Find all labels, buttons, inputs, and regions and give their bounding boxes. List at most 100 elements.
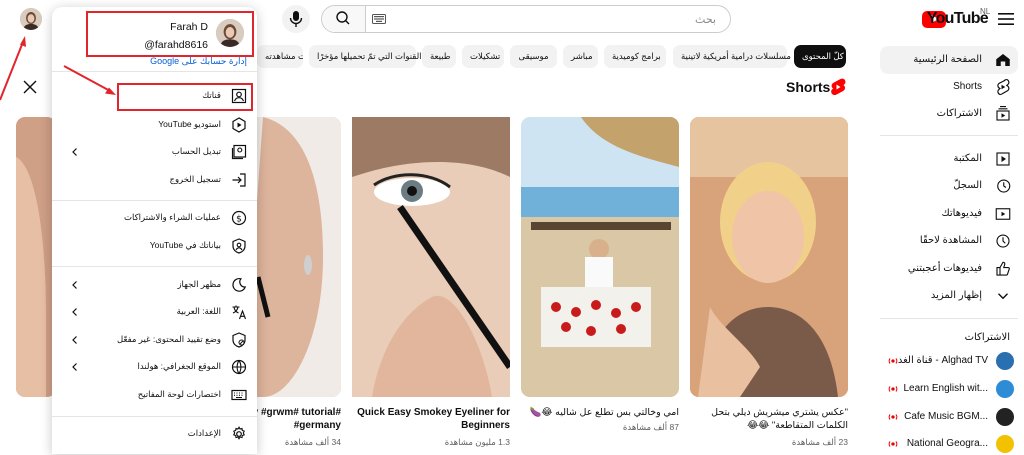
short-thumbnail-image xyxy=(16,117,56,397)
svg-text:$: $ xyxy=(236,215,242,225)
short-thumbnail-image xyxy=(521,117,679,397)
shorts-logo-icon xyxy=(831,78,846,96)
shorts-icon xyxy=(997,78,1010,96)
chevron-left-icon xyxy=(72,281,77,289)
chip-nature[interactable]: طبيعة xyxy=(422,45,456,68)
live-icon xyxy=(888,414,898,420)
sidebar-item-watch-later[interactable]: المشاهدة لاحقًا xyxy=(880,227,1018,255)
chip-live[interactable]: مباشر xyxy=(563,45,598,68)
library-icon xyxy=(996,152,1010,166)
menu-item-settings[interactable]: الإعدادات xyxy=(52,422,257,448)
short-card-thumbnail[interactable] xyxy=(16,117,56,397)
channel-avatar xyxy=(996,380,1014,398)
menu-item-appearance[interactable]: مظهر الجهاز xyxy=(52,273,257,299)
chevron-down-icon xyxy=(998,293,1008,300)
menu-item-switch-account[interactable]: تبديل الحساب xyxy=(52,140,257,166)
menu-item-sign-out[interactable]: تسجيل الخروج xyxy=(52,168,257,194)
menu-item-label: وضع تقييد المحتوى: غير مفعّل xyxy=(117,334,221,344)
subscriptions-heading: الاشتراكات xyxy=(964,332,1010,343)
menu-item-restricted-mode[interactable]: وضع تقييد المحتوى: غير مفعّل xyxy=(52,328,257,354)
live-icon xyxy=(888,441,898,447)
short-card-title[interactable]: "عكس يشتري ميشريش ديلي بتحل الكلمات المت… xyxy=(690,406,848,432)
sidebar-item-your-videos[interactable]: فيديوهاتك xyxy=(880,200,1018,228)
youtube-logo[interactable]: YouTube NL xyxy=(914,7,990,29)
chevron-left-icon xyxy=(72,363,77,371)
annotation-highlight-box xyxy=(117,83,253,111)
chip-music[interactable]: موسيقى xyxy=(510,45,557,68)
subscription-item[interactable]: Cafe Music BGM... xyxy=(884,406,1018,428)
search-button[interactable] xyxy=(322,6,366,32)
sidebar-item-library[interactable]: المكتبة xyxy=(880,145,1018,173)
menu-divider xyxy=(52,266,257,267)
sidebar-divider xyxy=(880,135,1018,136)
sidebar-item-label: فيديوهات أعجبتني xyxy=(907,263,982,274)
history-icon xyxy=(997,179,1011,193)
menu-item-label: اللغة: العربية xyxy=(176,306,221,316)
keyboard-icon[interactable] xyxy=(372,14,386,24)
menu-item-location[interactable]: الموقع الجغرافي: هولندا xyxy=(52,355,257,381)
chip-watched[interactable]: تمّت مشاهدته xyxy=(257,45,303,68)
location-icon xyxy=(231,359,247,375)
menu-item-label: الموقع الجغرافي: هولندا xyxy=(137,361,221,371)
subscription-item[interactable]: National Geogra... xyxy=(884,433,1018,455)
menu-item-language[interactable]: اللغة: العربية xyxy=(52,300,257,326)
sidebar-item-subscriptions[interactable]: الاشتراكات xyxy=(880,100,1018,128)
account-header: Farah D @farahd8616 xyxy=(86,11,254,57)
chip-comedy[interactable]: برامج كوميدية xyxy=(604,45,666,68)
chip-recently-uploaded[interactable]: القنوات التي تمّ تحميلها مؤخرًا xyxy=(309,45,422,68)
menu-item-label: الإعدادات xyxy=(187,428,221,438)
subscription-item[interactable]: قناة الغد - Alghad TV xyxy=(884,350,1018,372)
search-box[interactable]: بحث xyxy=(321,5,731,33)
short-card-title[interactable]: Quick Easy Smokey Eyeliner for Beginners xyxy=(352,406,510,432)
appearance-icon xyxy=(232,277,247,292)
subscription-item[interactable]: Learn English wit... xyxy=(884,378,1018,400)
sidebar-item-home[interactable]: الصفحة الرئيسية xyxy=(880,46,1018,74)
home-icon xyxy=(996,54,1010,66)
chip-mixes[interactable]: تشكيلات xyxy=(462,45,504,68)
menu-item-label: اختصارات لوحة المفاتيح xyxy=(137,389,221,399)
voice-search-button[interactable] xyxy=(282,5,310,33)
chevron-left-icon xyxy=(72,308,77,316)
chevron-left-icon xyxy=(72,148,77,156)
menu-item-keyboard-shortcuts[interactable]: اختصارات لوحة المفاتيح xyxy=(52,383,257,409)
avatar-image xyxy=(216,19,244,47)
menu-item-your-data[interactable]: بياناتك في YouTube xyxy=(52,234,257,260)
channel-avatar xyxy=(996,408,1014,426)
short-card-views: 23 ألف مشاهدة xyxy=(791,437,848,447)
menu-icon[interactable] xyxy=(996,9,1016,29)
liked-icon xyxy=(996,261,1010,276)
live-icon xyxy=(888,386,898,392)
account-avatar-button[interactable] xyxy=(20,8,42,30)
sidebar-item-liked[interactable]: فيديوهات أعجبتني xyxy=(880,255,1018,283)
menu-item-label: مظهر الجهاز xyxy=(177,279,221,289)
subscription-name: قناة الغد - Alghad TV xyxy=(897,355,988,366)
account-name: Farah D xyxy=(170,21,208,33)
purchases-icon: $ xyxy=(231,210,247,226)
manage-google-account-link[interactable]: إدارة حسابك على Google xyxy=(150,56,247,67)
menu-divider xyxy=(52,71,257,72)
short-card-views: 1.3 مليون مشاهدة xyxy=(444,437,510,447)
search-input[interactable]: بحث xyxy=(695,13,716,26)
restricted-icon xyxy=(232,332,246,348)
short-card-title[interactable]: امي وخالتي بس تطلع عل شاليه 😂🍆 xyxy=(521,406,679,419)
sidebar-item-history[interactable]: السجلّ xyxy=(880,172,1018,200)
channel-avatar xyxy=(996,435,1014,453)
chip-all[interactable]: كلّ المحتوى xyxy=(794,45,846,68)
close-icon[interactable] xyxy=(22,79,38,95)
menu-item-purchases[interactable]: $ عمليات الشراء والاشتراكات xyxy=(52,206,257,232)
menu-item-label: استوديو YouTube xyxy=(158,119,221,129)
sidebar-item-label: الصفحة الرئيسية xyxy=(913,54,982,65)
your-data-icon xyxy=(232,238,246,254)
sidebar-divider xyxy=(880,318,1018,319)
sidebar-item-show-more[interactable]: إظهار المزيد xyxy=(880,282,1018,310)
short-card-thumbnail[interactable] xyxy=(690,117,848,397)
sidebar-item-label: Shorts xyxy=(953,81,982,92)
settings-icon xyxy=(233,426,245,440)
short-card-thumbnail[interactable] xyxy=(352,117,510,397)
menu-divider xyxy=(52,200,257,201)
chip-telenovelas[interactable]: مسلسلات درامية أمريكية لاتينية xyxy=(673,45,791,68)
logo-text: YouTube xyxy=(926,10,989,27)
short-card-thumbnail[interactable] xyxy=(521,117,679,397)
menu-item-studio[interactable]: استوديو YouTube xyxy=(52,113,257,139)
sidebar-item-shorts[interactable]: Shorts xyxy=(880,73,1018,101)
